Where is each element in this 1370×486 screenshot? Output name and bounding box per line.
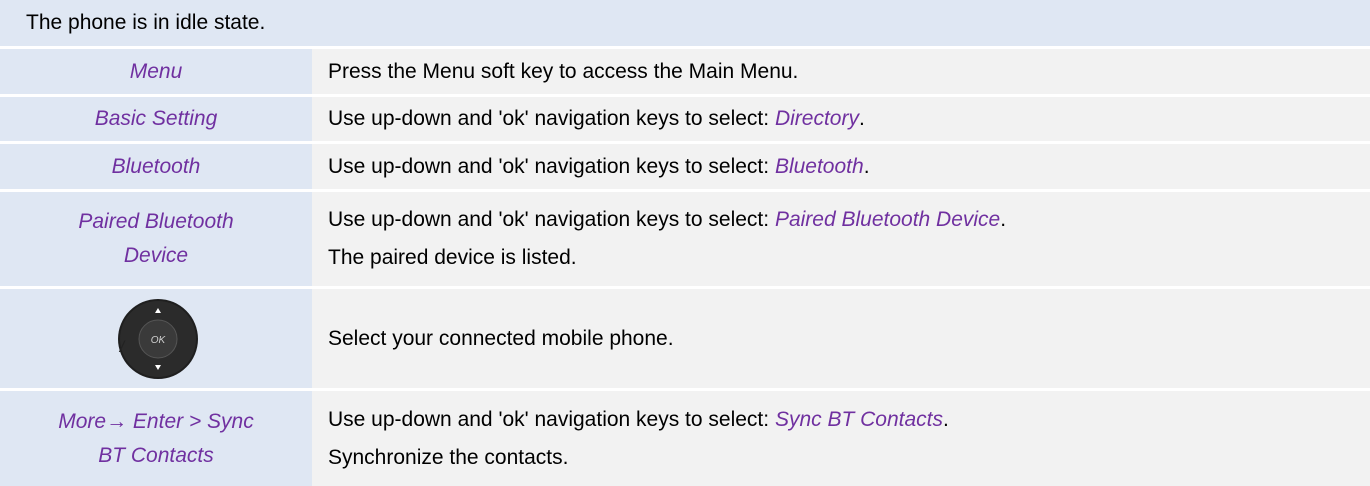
step-label: Menu: [0, 49, 312, 94]
description-line: Use up-down and 'ok' navigation keys to …: [328, 148, 1370, 186]
description-prefix: Use up-down and 'ok' navigation keys to …: [328, 154, 775, 178]
description-prefix: Use up-down and 'ok' navigation keys to …: [328, 407, 775, 431]
description-line: Use up-down and 'ok' navigation keys to …: [328, 201, 1370, 239]
menu-keyword: Bluetooth: [774, 154, 864, 178]
description-line: Synchronize the contacts.: [328, 445, 569, 469]
table-row: OK / Select your connected mobile phone.: [0, 289, 1370, 388]
table-row: Menu Press the Menu soft key to access t…: [0, 49, 1370, 94]
step-label: OK /: [0, 289, 312, 388]
description-line: Use up-down and 'ok' navigation keys to …: [328, 100, 1370, 138]
step-label-text: Bluetooth: [111, 154, 201, 178]
description-line: Press the Menu soft key to access the Ma…: [328, 59, 799, 83]
step-label-line: Device: [123, 244, 189, 267]
step-description: Select your connected mobile phone.: [312, 289, 1370, 388]
step-label-line: More→ Enter > Sync: [58, 409, 254, 433]
menu-keyword: Paired Bluetooth Device: [774, 208, 1001, 231]
step-label-line: Paired Bluetooth: [78, 210, 234, 233]
step-label-text: Basic Setting: [94, 107, 218, 130]
step-description: Use up-down and 'ok' navigation keys to …: [312, 97, 1370, 141]
step-label-text: Paired Bluetooth Device: [78, 205, 233, 273]
step-description: Use up-down and 'ok' navigation keys to …: [312, 144, 1370, 189]
description-suffix: .: [1000, 208, 1007, 231]
step-description: Use up-down and 'ok' navigation keys to …: [312, 192, 1370, 286]
step-label: Bluetooth: [0, 144, 312, 189]
table-row: More→ Enter > Sync BT Contacts Use up-dow…: [0, 391, 1370, 486]
navigation-key-graphic: OK /: [118, 298, 198, 379]
menu-keyword: Directory: [774, 107, 859, 130]
description-line: Select your connected mobile phone.: [328, 326, 674, 350]
description-suffix: .: [858, 107, 865, 130]
ok-label: OK: [151, 335, 167, 346]
step-label: Basic Setting: [0, 97, 312, 141]
description-suffix: .: [943, 407, 949, 431]
navigation-key-icon: OK /: [112, 295, 200, 383]
table-row: Bluetooth Use up-down and 'ok' navigatio…: [0, 144, 1370, 189]
step-description: Use up-down and 'ok' navigation keys to …: [312, 391, 1370, 486]
table-row: Paired Bluetooth Device Use up-down and '…: [0, 192, 1370, 286]
menu-keyword: Sync BT Contacts: [774, 407, 943, 431]
step-label-text: Menu: [129, 59, 183, 83]
instruction-table: The phone is in idle state. Menu Press t…: [0, 0, 1370, 486]
step-label-line: BT Contacts: [98, 443, 214, 467]
description-prefix: Use up-down and 'ok' navigation keys to …: [328, 107, 775, 130]
step-label: Paired Bluetooth Device: [0, 192, 312, 286]
step-description: Press the Menu soft key to access the Ma…: [312, 49, 1370, 94]
table-header: The phone is in idle state.: [0, 0, 1370, 46]
table-row: Basic Setting Use up-down and 'ok' navig…: [0, 97, 1370, 141]
step-label-text: More→ Enter > Sync BT Contacts: [58, 405, 254, 473]
description-line: The paired device is listed.: [328, 246, 577, 269]
step-label: More→ Enter > Sync BT Contacts: [0, 391, 312, 486]
header-text: The phone is in idle state.: [26, 11, 266, 34]
description-line: Use up-down and 'ok' navigation keys to …: [328, 401, 1370, 439]
description-suffix: .: [863, 154, 870, 178]
description-prefix: Use up-down and 'ok' navigation keys to …: [328, 208, 775, 231]
